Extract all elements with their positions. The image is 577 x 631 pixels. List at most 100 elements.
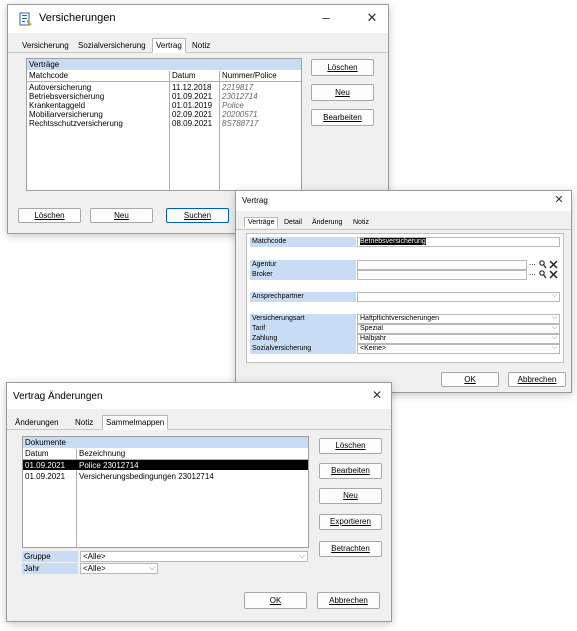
vertrag-nummer[interactable]: 2219817 <box>222 83 253 92</box>
doc-export-label: Exportieren <box>330 517 371 526</box>
tab-notiz[interactable]: Notiz <box>189 39 213 52</box>
close-icon[interactable]: ✕ <box>361 10 383 26</box>
tab-sammelmappen[interactable]: Sammelmappen <box>102 415 169 430</box>
column-header-nummer: Nummer/Police <box>222 71 277 80</box>
search-icon[interactable] <box>539 270 547 279</box>
search-icon[interactable] <box>539 260 547 269</box>
vertrag-nummer[interactable]: 8S788717 <box>222 119 258 128</box>
tab-aenderung[interactable]: Änderung <box>310 218 344 227</box>
vertrag-datum[interactable]: 08.09.2021 <box>172 119 212 128</box>
versicherungen-tabbar: Versicherung Sozialversicherung Vertrag … <box>8 38 388 53</box>
doc-view-label: Betrachten <box>331 544 370 553</box>
vertrag-datum[interactable]: 01.09.2021 <box>172 92 212 101</box>
broker-ellipsis-button[interactable]: ... <box>529 268 536 277</box>
search-button[interactable]: Suchen <box>166 208 229 223</box>
delete-button[interactable]: Löschen <box>311 59 374 76</box>
dokument-bezeichnung[interactable]: Police 23012714 <box>79 461 139 470</box>
edit-button-label: Bearbeiten <box>323 113 362 122</box>
search-button-label: Suchen <box>183 211 212 220</box>
vertrag-form: Matchcode Betriebsversicherung Agentur .… <box>246 233 564 363</box>
vertrag-matchcode[interactable]: Krankentaggeld <box>29 101 85 110</box>
vertrag-window: Vertrag ✕ Verträge Detail Änderung Notiz… <box>235 190 572 393</box>
edit-button[interactable]: Bearbeiten <box>311 109 374 126</box>
chevron-down-icon[interactable]: ⌵ <box>552 292 557 300</box>
aenderungen-titlebar: Vertrag Änderungen ✕ <box>7 383 391 409</box>
tab-vertrag[interactable]: Vertrag <box>152 38 186 53</box>
vertrag-matchcode[interactable]: Mobiliarversicherung <box>29 110 103 119</box>
chevron-down-icon[interactable]: ⌵ <box>552 324 557 332</box>
jahr-select[interactable]: <Alle> <box>80 563 158 574</box>
chevron-down-icon[interactable]: ⌵ <box>299 551 305 561</box>
vertrag-nummer[interactable]: Police <box>222 101 244 110</box>
tab-sozialversicherung[interactable]: Sozialversicherung <box>75 39 149 52</box>
vertrag-datum[interactable]: 11.12.2018 <box>172 83 211 92</box>
chevron-down-icon[interactable]: ⌵ <box>552 344 557 352</box>
ansprechpartner-label: Ansprechpartner <box>250 292 356 302</box>
vertrag-nummer[interactable]: 20200571 <box>222 110 258 119</box>
doc-delete-button[interactable]: Löschen <box>319 438 382 454</box>
column-divider <box>219 71 220 190</box>
doc-view-button[interactable]: Betrachten <box>319 541 382 557</box>
vertrag-datum[interactable]: 01.01.2019 <box>172 101 212 110</box>
delete-button-label: Löschen <box>327 63 358 72</box>
sozialversicherung-value: <Keine> <box>360 345 387 352</box>
doc-new-button[interactable]: Neu <box>319 488 382 504</box>
gruppe-select[interactable]: <Alle> <box>80 551 308 562</box>
aenderungen-ok-button[interactable]: OK <box>244 592 307 609</box>
dokumente-list[interactable]: Dokumente Datum Bezeichnung 01.09.2021 P… <box>22 436 309 548</box>
tab-aenderungen[interactable]: Änderungen <box>12 416 62 429</box>
aenderungen-tabbar: Änderungen Notiz Sammelmappen <box>7 415 391 430</box>
dokument-bezeichnung[interactable]: Versicherungsbedingungen 23012714 <box>79 472 214 481</box>
bottom-delete-button[interactable]: Löschen <box>18 208 81 223</box>
vertraege-section-header: Verträge <box>27 59 301 70</box>
versicherungsart-select[interactable]: Haftpflichtversicherungen <box>357 314 560 324</box>
gruppe-label: Gruppe <box>22 551 78 562</box>
ansprechpartner-select[interactable] <box>357 292 560 302</box>
chevron-down-icon[interactable]: ⌵ <box>149 563 155 573</box>
tab-notiz[interactable]: Notiz <box>72 416 96 429</box>
doc-edit-button[interactable]: Bearbeiten <box>319 463 382 479</box>
tab-versicherung[interactable]: Versicherung <box>19 39 72 52</box>
matchcode-field[interactable]: Betriebsversicherung <box>357 237 560 247</box>
agentur-field[interactable] <box>357 260 527 270</box>
vertrag-matchcode[interactable]: Rechtsschutzversicherung <box>29 119 123 128</box>
tarif-select[interactable]: Spezial <box>357 324 560 334</box>
versicherungsart-value: Haftpflichtversicherungen <box>360 315 439 322</box>
tab-vertraege[interactable]: Verträge <box>244 217 279 228</box>
document-app-icon <box>19 12 32 26</box>
chevron-down-icon[interactable]: ⌵ <box>552 314 557 322</box>
vertraege-list[interactable]: Verträge Matchcode Datum Nummer/Police A… <box>26 58 302 191</box>
dokument-datum[interactable]: 01.09.2021 <box>25 472 65 481</box>
vertrag-ok-button[interactable]: OK <box>441 372 499 387</box>
header-divider <box>27 81 301 82</box>
minimize-icon[interactable]: – <box>315 10 337 25</box>
tab-notiz[interactable]: Notiz <box>351 218 371 227</box>
clear-icon[interactable] <box>549 270 558 279</box>
aenderungen-ok-label: OK <box>269 596 282 605</box>
clear-icon[interactable] <box>549 260 558 269</box>
agentur-ellipsis-button[interactable]: ... <box>529 258 536 267</box>
vertrag-titlebar: Vertrag ✕ <box>236 191 571 211</box>
vertrag-tabbar: Verträge Detail Änderung Notiz <box>236 217 571 230</box>
broker-field[interactable] <box>357 270 527 280</box>
bottom-delete-label: Löschen <box>34 211 65 220</box>
close-icon[interactable]: ✕ <box>548 193 570 206</box>
sozialversicherung-select[interactable]: <Keine> <box>357 344 560 354</box>
vertrag-cancel-button[interactable]: Abbrechen <box>508 372 566 387</box>
vertrag-matchcode[interactable]: Betriebsversicherung <box>29 92 104 101</box>
close-icon[interactable]: ✕ <box>366 388 388 402</box>
vertrag-matchcode[interactable]: Autoversicherung <box>29 83 91 92</box>
chevron-down-icon[interactable]: ⌵ <box>552 334 557 342</box>
tab-detail[interactable]: Detail <box>282 218 304 227</box>
aenderungen-window: Vertrag Änderungen ✕ Änderungen Notiz Sa… <box>6 382 392 622</box>
aenderungen-cancel-button[interactable]: Abbrechen <box>317 592 380 609</box>
new-button-label: Neu <box>335 88 350 97</box>
dokument-datum[interactable]: 01.09.2021 <box>25 461 65 470</box>
doc-export-button[interactable]: Exportieren <box>319 514 382 530</box>
bottom-new-button[interactable]: Neu <box>90 208 153 223</box>
vertrag-nummer[interactable]: 23012714 <box>222 92 258 101</box>
new-button[interactable]: Neu <box>311 84 374 101</box>
vertrag-datum[interactable]: 02.09.2021 <box>172 110 212 119</box>
zahlung-select[interactable]: Halbjahr <box>357 334 560 344</box>
gruppe-value: <Alle> <box>83 552 106 561</box>
